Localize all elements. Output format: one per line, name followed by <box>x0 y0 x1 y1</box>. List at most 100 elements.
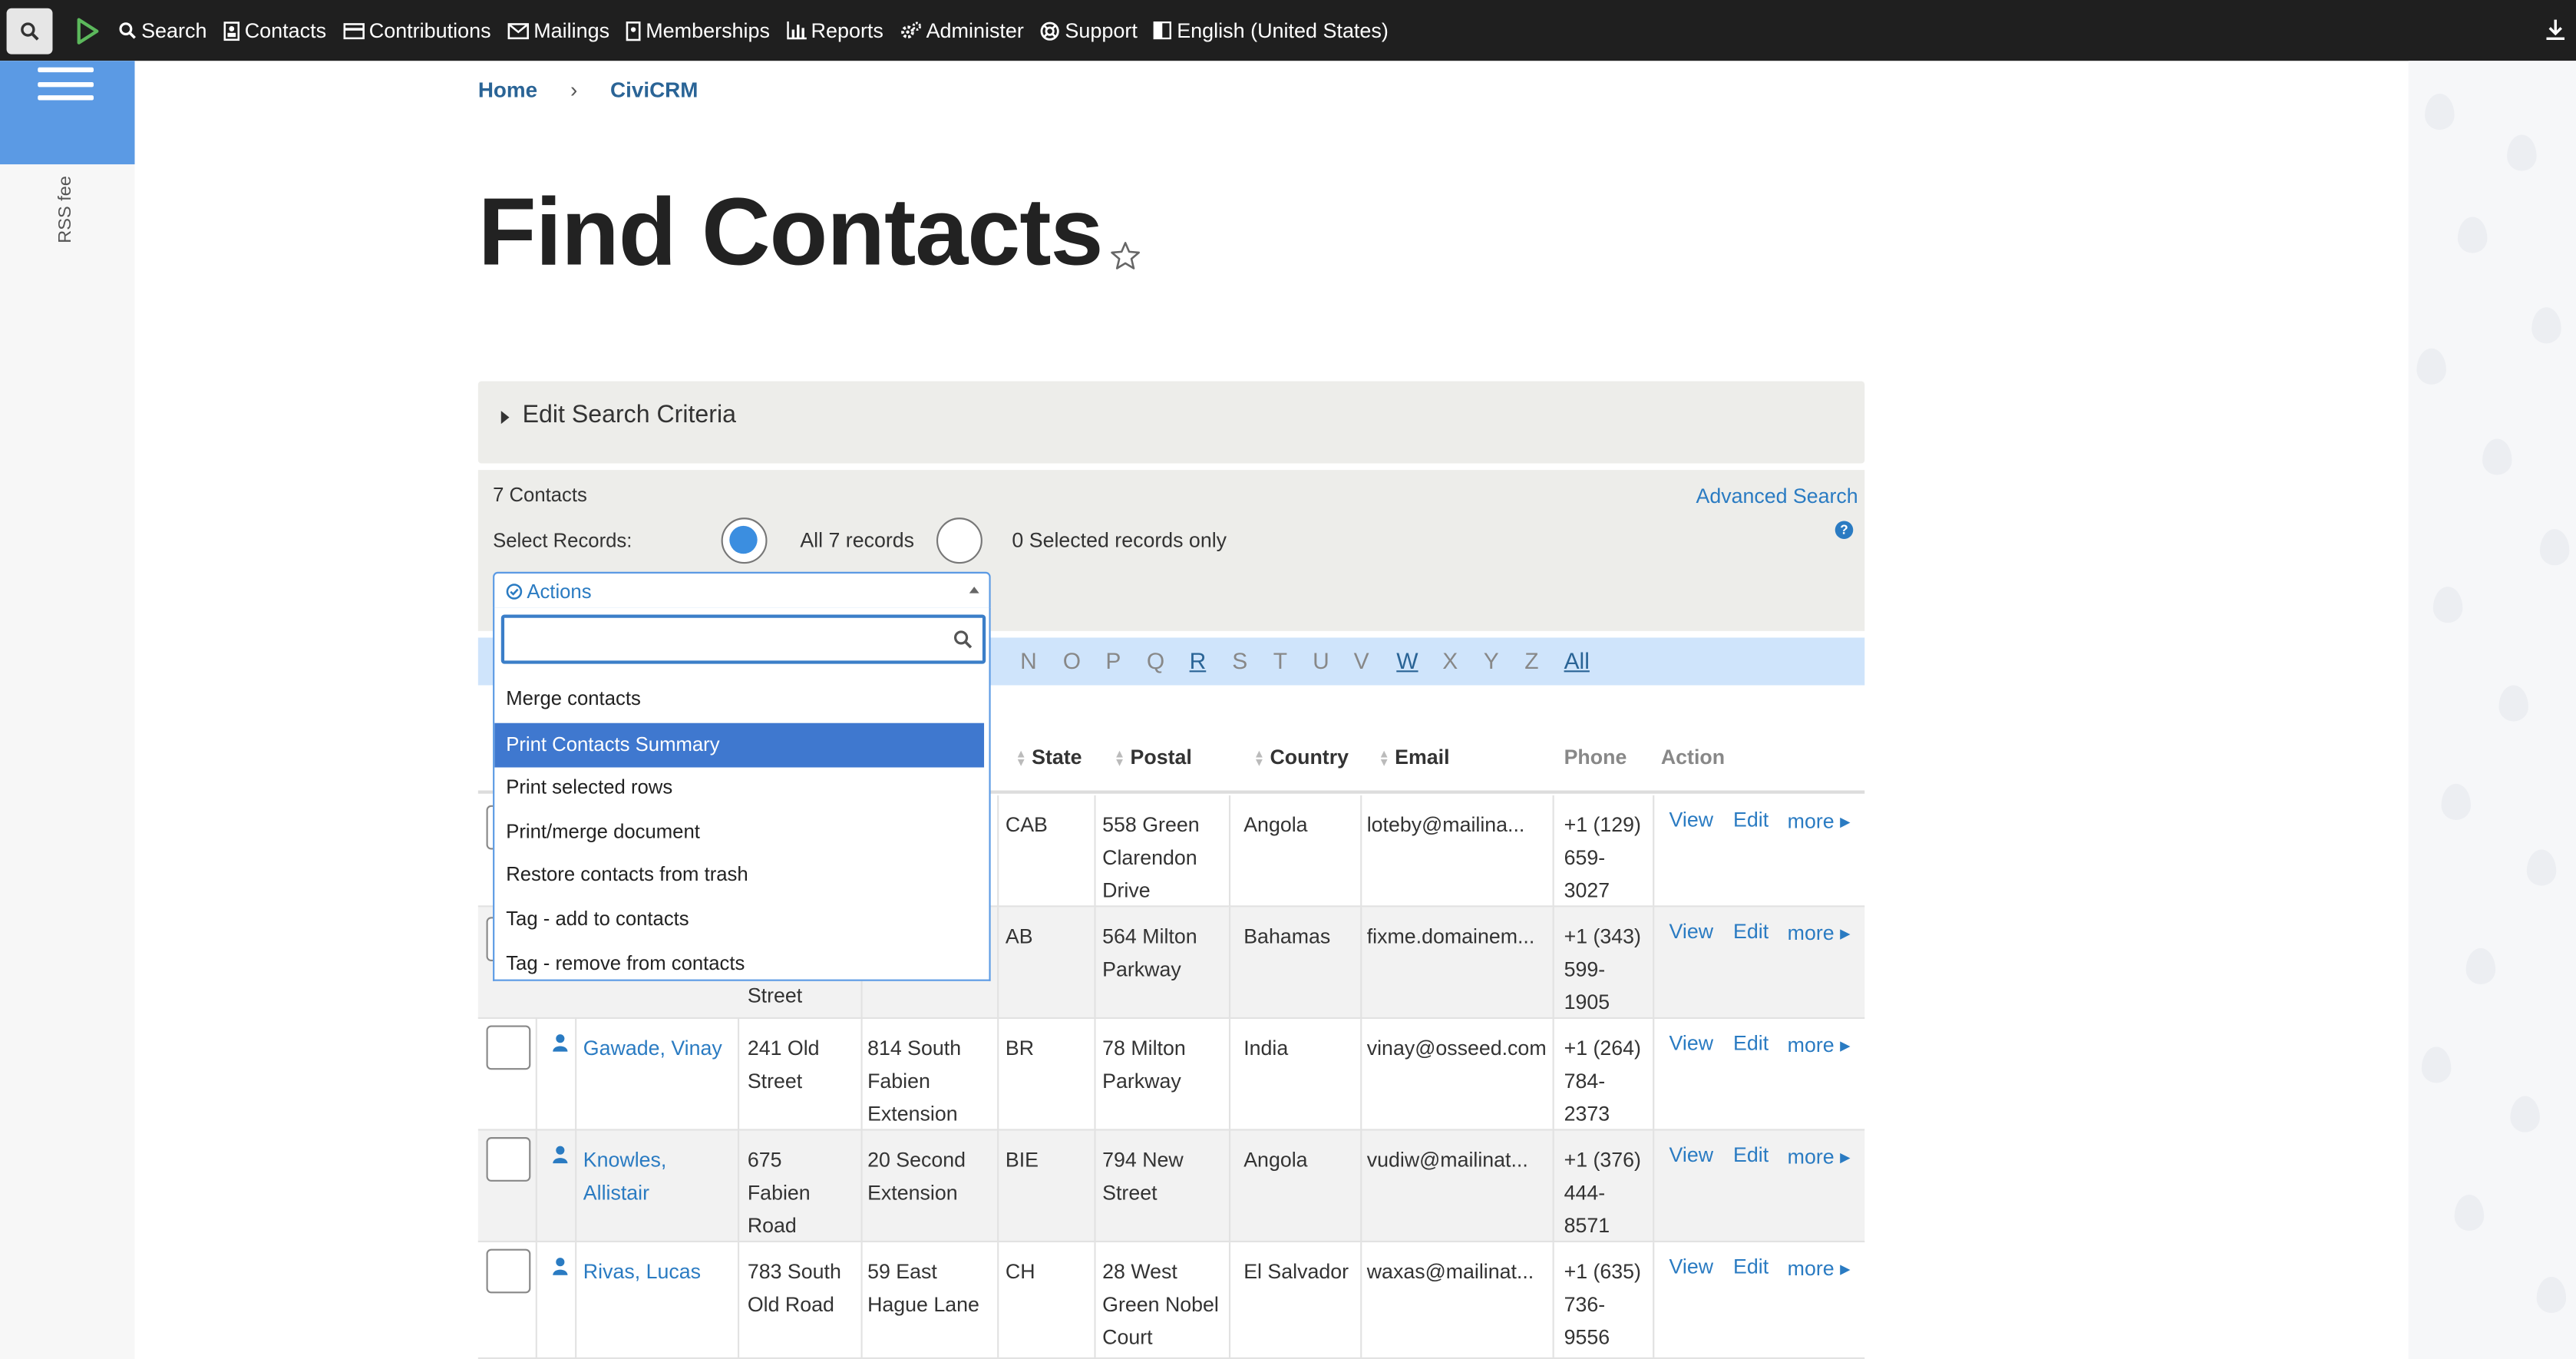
cell-phone: +1 (635) 736-9556 <box>1564 1260 1641 1350</box>
more-label: more <box>1787 810 1835 834</box>
column-header-email-label: Email <box>1395 746 1450 769</box>
cell-state: BIE <box>1005 1149 1039 1172</box>
rss-feed-tab[interactable]: RSS fee <box>56 176 76 243</box>
favorite-star-icon[interactable] <box>1109 240 1142 273</box>
column-divider <box>1228 907 1231 1019</box>
alpha-letter-all[interactable]: All <box>1564 647 1590 673</box>
column-divider <box>1653 1130 1655 1243</box>
menu-contacts[interactable]: Contacts <box>223 19 326 42</box>
cell-address: 675 Fabien Road <box>747 1149 811 1238</box>
menu-reports[interactable]: Reports <box>786 19 883 42</box>
column-divider <box>737 1018 740 1131</box>
column-divider <box>1653 907 1655 1019</box>
menu-administer[interactable]: Administer <box>900 19 1024 42</box>
alpha-letter[interactable]: T <box>1273 647 1287 673</box>
cell-postal: 28 West Green Nobel Court <box>1102 1260 1219 1350</box>
download-icon[interactable] <box>2545 18 2566 41</box>
contact-name-link[interactable]: Gawade, Vinay <box>583 1032 735 1065</box>
view-link[interactable]: View <box>1669 1144 1714 1167</box>
column-header-country[interactable]: ▲ ▼ Country <box>1253 746 1349 769</box>
hamburger-menu-button[interactable] <box>0 61 135 165</box>
more-menu[interactable]: more ▸ <box>1788 1144 1851 1169</box>
selected-records-radio[interactable] <box>936 517 983 564</box>
alpha-letter-w[interactable]: W <box>1396 647 1418 673</box>
alpha-letter[interactable]: Z <box>1524 647 1538 673</box>
menu-memberships[interactable]: Memberships <box>626 19 770 42</box>
row-checkbox[interactable] <box>486 1137 531 1182</box>
cell-postal: 78 Milton Parkway <box>1102 1037 1186 1093</box>
breadcrumb-home[interactable]: Home <box>478 78 537 102</box>
alpha-letter[interactable]: X <box>1442 647 1458 673</box>
option-tag-add[interactable]: Tag - add to contacts <box>494 898 989 942</box>
actions-select[interactable]: Actions <box>493 571 991 610</box>
alpha-letter[interactable]: O <box>1063 647 1081 673</box>
alpha-letter-r[interactable]: R <box>1190 647 1207 673</box>
edit-link[interactable]: Edit <box>1733 808 1769 832</box>
help-icon[interactable]: ? <box>1835 521 1854 540</box>
edit-search-criteria-toggle[interactable]: Edit Search Criteria <box>477 381 1865 464</box>
alpha-letter[interactable]: S <box>1232 647 1247 673</box>
row-checkbox[interactable] <box>486 1025 531 1070</box>
all-records-radio[interactable] <box>721 517 768 564</box>
view-link[interactable]: View <box>1669 921 1714 944</box>
page-title: Find Contacts <box>477 179 1104 286</box>
menu-support[interactable]: Support <box>1040 19 1138 42</box>
more-menu[interactable]: more ▸ <box>1788 921 1851 945</box>
column-header-state[interactable]: ▲ ▼ State <box>1016 746 1082 769</box>
column-header-email[interactable]: ▲ ▼ Email <box>1379 746 1450 769</box>
civicrm-logo-search-icon[interactable] <box>6 7 53 54</box>
drop-pattern-icon <box>2507 134 2537 171</box>
cell-country: Angola <box>1243 1149 1308 1172</box>
column-header-postal-label: Postal <box>1130 746 1192 769</box>
edit-link[interactable]: Edit <box>1733 1032 1769 1055</box>
edit-link[interactable]: Edit <box>1733 921 1769 944</box>
actions-search-input[interactable] <box>500 614 986 664</box>
row-checkbox[interactable] <box>486 1248 531 1294</box>
more-menu[interactable]: more ▸ <box>1788 808 1851 833</box>
menu-language[interactable]: English (United States) <box>1154 19 1389 42</box>
cell-postal: 564 Milton Parkway <box>1102 924 1197 981</box>
cell-state: AB <box>1005 924 1033 948</box>
search-icon <box>119 22 136 39</box>
play-icon[interactable] <box>72 15 102 45</box>
column-divider <box>575 1130 577 1243</box>
view-link[interactable]: View <box>1669 1255 1714 1278</box>
contact-name-link[interactable]: Rivas, Lucas <box>583 1255 735 1288</box>
person-icon <box>553 1258 568 1275</box>
background-pattern <box>2408 61 2576 1359</box>
person-icon <box>553 1034 568 1052</box>
menu-search[interactable]: Search <box>118 19 206 42</box>
edit-link[interactable]: Edit <box>1733 1255 1769 1278</box>
breadcrumb-civicrm[interactable]: CiviCRM <box>610 78 698 102</box>
more-menu[interactable]: more ▸ <box>1788 1032 1851 1056</box>
view-link[interactable]: View <box>1669 1032 1714 1055</box>
menu-contributions[interactable]: Contributions <box>342 19 491 42</box>
alpha-letter[interactable]: Y <box>1484 647 1499 673</box>
drop-pattern-icon <box>2510 1096 2540 1132</box>
drop-pattern-icon <box>2526 849 2557 886</box>
more-label: more <box>1787 921 1835 945</box>
option-merge-contacts[interactable]: Merge contacts <box>494 677 989 722</box>
edit-link[interactable]: Edit <box>1733 1144 1769 1167</box>
option-print-selected-rows[interactable]: Print selected rows <box>494 765 989 810</box>
drop-pattern-icon <box>2425 93 2455 131</box>
caret-right-icon: ▸ <box>1840 1033 1851 1057</box>
more-menu[interactable]: more ▸ <box>1788 1255 1851 1280</box>
column-divider <box>1552 795 1554 908</box>
option-print-merge-document[interactable]: Print/merge document <box>494 810 989 855</box>
alpha-letter[interactable]: Q <box>1147 647 1164 673</box>
view-link[interactable]: View <box>1669 808 1714 832</box>
more-label: more <box>1787 1033 1835 1057</box>
column-divider <box>737 1130 740 1243</box>
advanced-search-link[interactable]: Advanced Search <box>1696 484 1858 508</box>
alpha-letter[interactable]: U <box>1313 647 1329 673</box>
option-restore-contacts[interactable]: Restore contacts from trash <box>494 853 989 898</box>
contact-name-link[interactable]: Knowles, Allistair <box>583 1144 698 1210</box>
menu-mailings[interactable]: Mailings <box>507 19 609 42</box>
column-header-postal[interactable]: ▲ ▼ Postal <box>1114 746 1192 769</box>
alpha-letter[interactable]: P <box>1105 647 1121 673</box>
alpha-letter[interactable]: V <box>1354 647 1369 673</box>
option-tag-remove[interactable]: Tag - remove from contacts <box>494 941 989 979</box>
alpha-letter[interactable]: N <box>1020 647 1037 673</box>
option-print-contacts-summary[interactable]: Print Contacts Summary <box>494 722 985 768</box>
